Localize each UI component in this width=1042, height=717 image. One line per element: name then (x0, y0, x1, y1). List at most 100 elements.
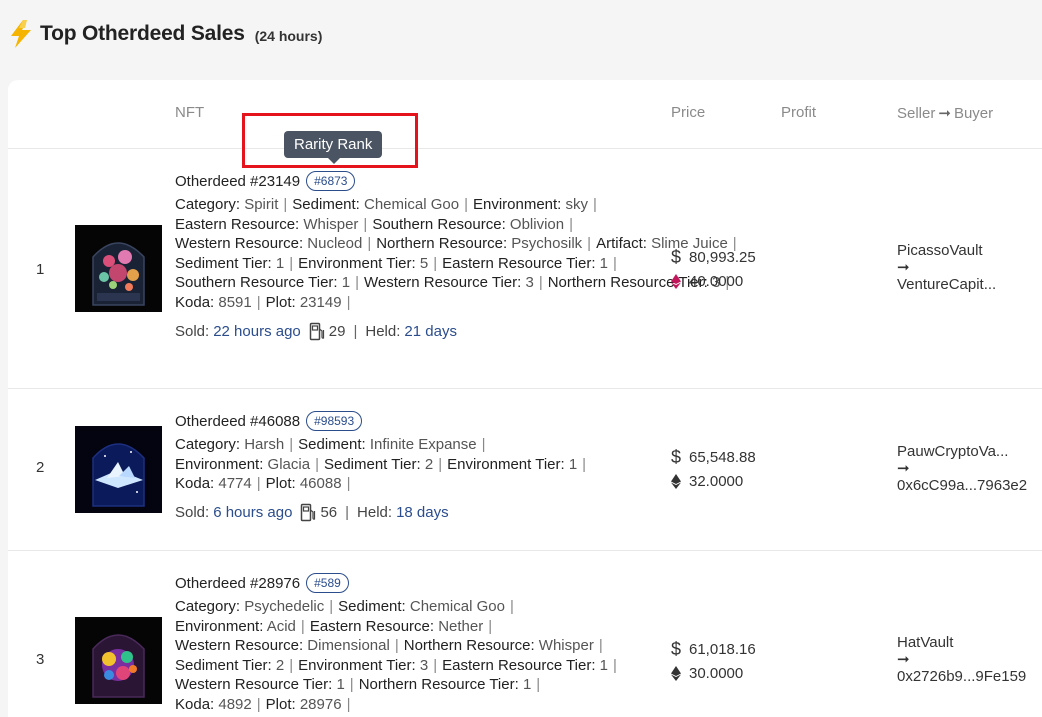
attribute-key: Plot: (265, 293, 296, 311)
column-header-price[interactable]: Price (671, 104, 705, 121)
attribute-item: Western Resource Tier: 1 (175, 676, 345, 693)
attribute-value: Psychedelic (240, 598, 325, 615)
attribute-value: 2 (271, 656, 285, 674)
price-eth: 32.0000 (689, 472, 744, 490)
attribute-key: Category: (175, 196, 241, 213)
attribute-item: Plot: 28976 (266, 696, 342, 713)
attribute-key: Category: (175, 436, 241, 453)
nft-thumbnail[interactable] (75, 426, 162, 513)
attribute-key: Environment: (472, 196, 562, 213)
seller-name[interactable]: HatVault (897, 633, 1026, 652)
gas-pump-icon (309, 322, 324, 340)
column-header-nft[interactable]: NFT (175, 104, 204, 121)
attribute-item: Eastern Resource Tier: 1 (442, 657, 608, 674)
attribute-separator: | (355, 274, 360, 292)
attribute-item: Northern Resource Tier: 1 (359, 676, 532, 693)
attribute-value: 1 (595, 254, 609, 272)
row-rank: 1 (36, 261, 45, 278)
row-rank: 3 (36, 651, 45, 668)
price-cell: $ 61,018.16 30.0000 (671, 637, 756, 685)
attribute-separator: | (394, 637, 399, 655)
attribute-value: Whisper (534, 637, 594, 655)
attribute-item: Environment: sky (473, 196, 588, 213)
ethereum-icon (671, 665, 689, 681)
column-header-profit[interactable]: Profit (781, 104, 816, 121)
attribute-separator: | (289, 656, 294, 674)
nft-info: Otherdeed #28976 #589 Category: Psychede… (175, 573, 655, 715)
attribute-key: Sediment Tier: (175, 656, 272, 674)
attribute-value: Psychosilk (507, 235, 583, 253)
attribute-line: Western Resource: Dimensional | Northern R… (175, 636, 655, 656)
nft-thumbnail[interactable] (75, 225, 162, 312)
attribute-separator: | (481, 436, 486, 453)
attribute-line: Western Resource Tier: 1 | Northern Resour… (175, 675, 655, 695)
attribute-key: Western Resource: (175, 235, 304, 253)
attribute-item: Southern Resource Tier: 1 (175, 274, 350, 291)
attribute-item: Sediment Tier: 2 (175, 657, 284, 674)
attribute-separator: | (289, 254, 294, 272)
price-usd: 65,548.88 (689, 448, 756, 466)
attribute-line: Category: Harsh | Sediment: Infinite Expan… (175, 435, 655, 455)
nft-attributes: Category: Psychedelic | Sediment: Chemical… (175, 597, 655, 715)
attribute-key: Artifact: (596, 235, 647, 253)
column-header-seller: Seller (897, 104, 936, 122)
attribute-line: Sediment Tier: 1 | Environment Tier: 5 | Eas… (175, 254, 655, 274)
nft-title[interactable]: Otherdeed #46088 (175, 413, 300, 430)
sold-time-link[interactable]: 6 hours ago (213, 504, 292, 521)
table-row[interactable]: 3 Otherdeed #28976 #589 Category: Psyche… (8, 551, 1042, 717)
sold-label: Sold: (175, 503, 210, 521)
sold-time-link[interactable]: 22 hours ago (213, 323, 301, 340)
attribute-line: Sediment Tier: 2 | Environment Tier: 3 | Eas… (175, 656, 655, 676)
attribute-separator: | (256, 293, 261, 311)
rarity-rank-badge[interactable]: #589 (306, 573, 349, 593)
nft-title[interactable]: Otherdeed #23149 (175, 173, 300, 190)
attribute-separator: | (587, 235, 592, 253)
gas-value: 29 (328, 322, 346, 340)
dollar-icon: $ (671, 446, 682, 467)
arrow-right-icon: ➞ (897, 460, 910, 477)
seller-buyer-cell: PauwCryptoVa... ➞ 0x6cC99a...7963e2 (897, 442, 1027, 495)
attribute-line: Category: Spirit | Sediment: Chemical Goo |… (175, 195, 655, 215)
attribute-separator: | (438, 455, 443, 473)
attribute-key: Eastern Resource: (175, 215, 300, 233)
table-row[interactable]: 2 Otherdeed #46088 #98593 Category: Hars… (8, 389, 1042, 551)
buyer-name[interactable]: VentureCapit... (897, 275, 996, 294)
rarity-rank-badge[interactable]: #98593 (306, 411, 363, 431)
buyer-name[interactable]: 0x2726b9...9Fe159 (897, 667, 1026, 686)
attribute-item: Environment Tier: 5 (298, 255, 428, 272)
attribute-value: Harsh (240, 436, 285, 453)
price-cell: $ 80,993.25 40.0000 (671, 245, 756, 293)
attribute-value: Infinite Expanse (365, 436, 477, 453)
attribute-item: Environment: Acid (175, 618, 296, 635)
attribute-separator: | (464, 196, 468, 213)
seller-name[interactable]: PauwCryptoVa... (897, 442, 1027, 461)
arrow-right-icon: ➞ (897, 259, 910, 276)
attribute-value: Oblivion (505, 215, 565, 233)
attribute-key: Western Resource: (175, 637, 304, 655)
ethereum-icon (671, 273, 689, 289)
attribute-separator: | (363, 215, 368, 233)
attribute-item: Category: Spirit (175, 196, 278, 213)
attribute-value: 28976 (295, 695, 342, 713)
attribute-line: Koda: 8591 | Plot: 23149 | (175, 293, 655, 313)
table-row[interactable]: 1 Otherdeed #23149 #6873 Category: Spiri… (8, 149, 1042, 389)
nft-title[interactable]: Otherdeed #28976 (175, 575, 300, 592)
attribute-item: Southern Resource: Oblivion (372, 216, 564, 233)
buyer-name[interactable]: 0x6cC99a...7963e2 (897, 476, 1027, 495)
column-header-seller-buyer[interactable]: Seller ➞ Buyer (897, 104, 993, 123)
seller-name[interactable]: PicassoVault (897, 241, 996, 260)
attribute-key: Environment: (175, 617, 264, 635)
attribute-key: Southern Resource Tier: (175, 274, 338, 292)
attribute-value: 4774 (214, 475, 252, 493)
attribute-key: Western Resource Tier: (364, 274, 522, 292)
nft-thumbnail[interactable] (75, 617, 162, 704)
nft-image (75, 225, 162, 312)
rarity-rank-badge[interactable]: #6873 (306, 171, 356, 191)
attribute-separator: | (593, 196, 597, 213)
attribute-separator: | (582, 455, 587, 473)
divider: | (345, 503, 350, 521)
seller-buyer-cell: PicassoVault ➞ VentureCapit... (897, 241, 996, 294)
seller-buyer-cell: HatVault ➞ 0x2726b9...9Fe159 (897, 633, 1026, 686)
attribute-separator: | (256, 695, 261, 713)
attribute-value: Glacia (263, 455, 311, 473)
